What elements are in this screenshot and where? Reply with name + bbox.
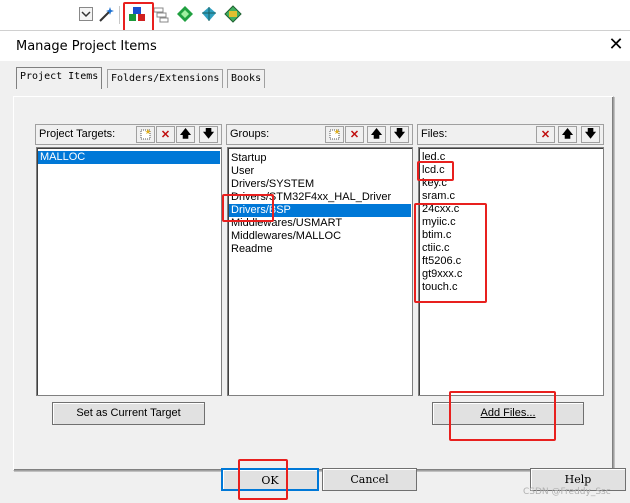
project-targets-label: Project Targets: (39, 128, 116, 140)
highlight-add-files-button (449, 391, 556, 441)
files-label: Files: (421, 128, 448, 140)
new-group-icon[interactable] (325, 126, 344, 143)
diamond-blue-icon[interactable] (199, 4, 219, 24)
component-stack-icon[interactable] (151, 4, 171, 24)
toolbar-separator (119, 6, 120, 24)
move-up-icon[interactable]: 🡅 (367, 126, 386, 143)
list-item[interactable]: Drivers/SYSTEM (231, 178, 314, 191)
tab-project-items[interactable]: Project Items (16, 67, 103, 89)
delete-target-icon[interactable]: ✕ (156, 126, 175, 143)
list-item[interactable]: sram.c (422, 190, 455, 203)
dialog-title: Manage Project Items (16, 39, 157, 54)
groups-list[interactable]: Startup User Drivers/SYSTEM Drivers/STM3… (227, 147, 413, 396)
diamond-green-icon[interactable] (175, 4, 195, 24)
watermark: CSDN @Freddy_Ssc (523, 487, 611, 497)
manage-project-items-dialog: Manage Project Items ✕ Project Items Fol… (0, 30, 630, 503)
magic-wand-icon[interactable] (96, 4, 116, 24)
dialog-titlebar: Manage Project Items ✕ (0, 31, 630, 61)
move-down-icon[interactable]: 🡇 (581, 126, 600, 143)
list-item[interactable]: Startup (231, 152, 266, 165)
highlight-added-files (414, 203, 487, 303)
highlight-ok-button (238, 459, 288, 500)
list-item[interactable]: MALLOC (38, 151, 220, 164)
highlight-lcd-file (417, 161, 454, 181)
list-item[interactable]: Middlewares/MALLOC (231, 230, 341, 243)
highlight-manage-items (123, 2, 154, 32)
move-up-icon[interactable]: 🡅 (558, 126, 577, 143)
groups-header: Groups: ✕ 🡅 🡇 (226, 124, 413, 145)
highlight-drivers-bsp (222, 194, 274, 222)
cancel-button[interactable]: Cancel (322, 468, 417, 491)
move-down-icon[interactable]: 🡇 (390, 126, 409, 143)
pack-installer-icon[interactable] (223, 4, 243, 24)
list-item[interactable]: Readme (231, 243, 273, 256)
close-icon[interactable]: ✕ (606, 35, 626, 55)
tab-folders-extensions[interactable]: Folders/Extensions (107, 69, 224, 88)
delete-group-icon[interactable]: ✕ (345, 126, 364, 143)
project-targets-header: Project Targets: ✕ 🡅 🡇 (35, 124, 222, 145)
move-down-icon[interactable]: 🡇 (199, 126, 218, 143)
new-target-icon[interactable] (136, 126, 155, 143)
tab-books[interactable]: Books (227, 69, 266, 88)
list-item[interactable]: User (231, 165, 254, 178)
move-up-icon[interactable]: 🡅 (176, 126, 195, 143)
delete-file-icon[interactable]: ✕ (536, 126, 555, 143)
project-targets-list[interactable]: MALLOC (36, 147, 222, 396)
groups-label: Groups: (230, 128, 270, 140)
toolbar (0, 0, 630, 32)
dropdown-arrow-icon[interactable] (76, 4, 96, 24)
files-header: Files: ✕ 🡅 🡇 (417, 124, 604, 145)
set-current-target-button[interactable]: Set as Current Target (52, 402, 205, 425)
